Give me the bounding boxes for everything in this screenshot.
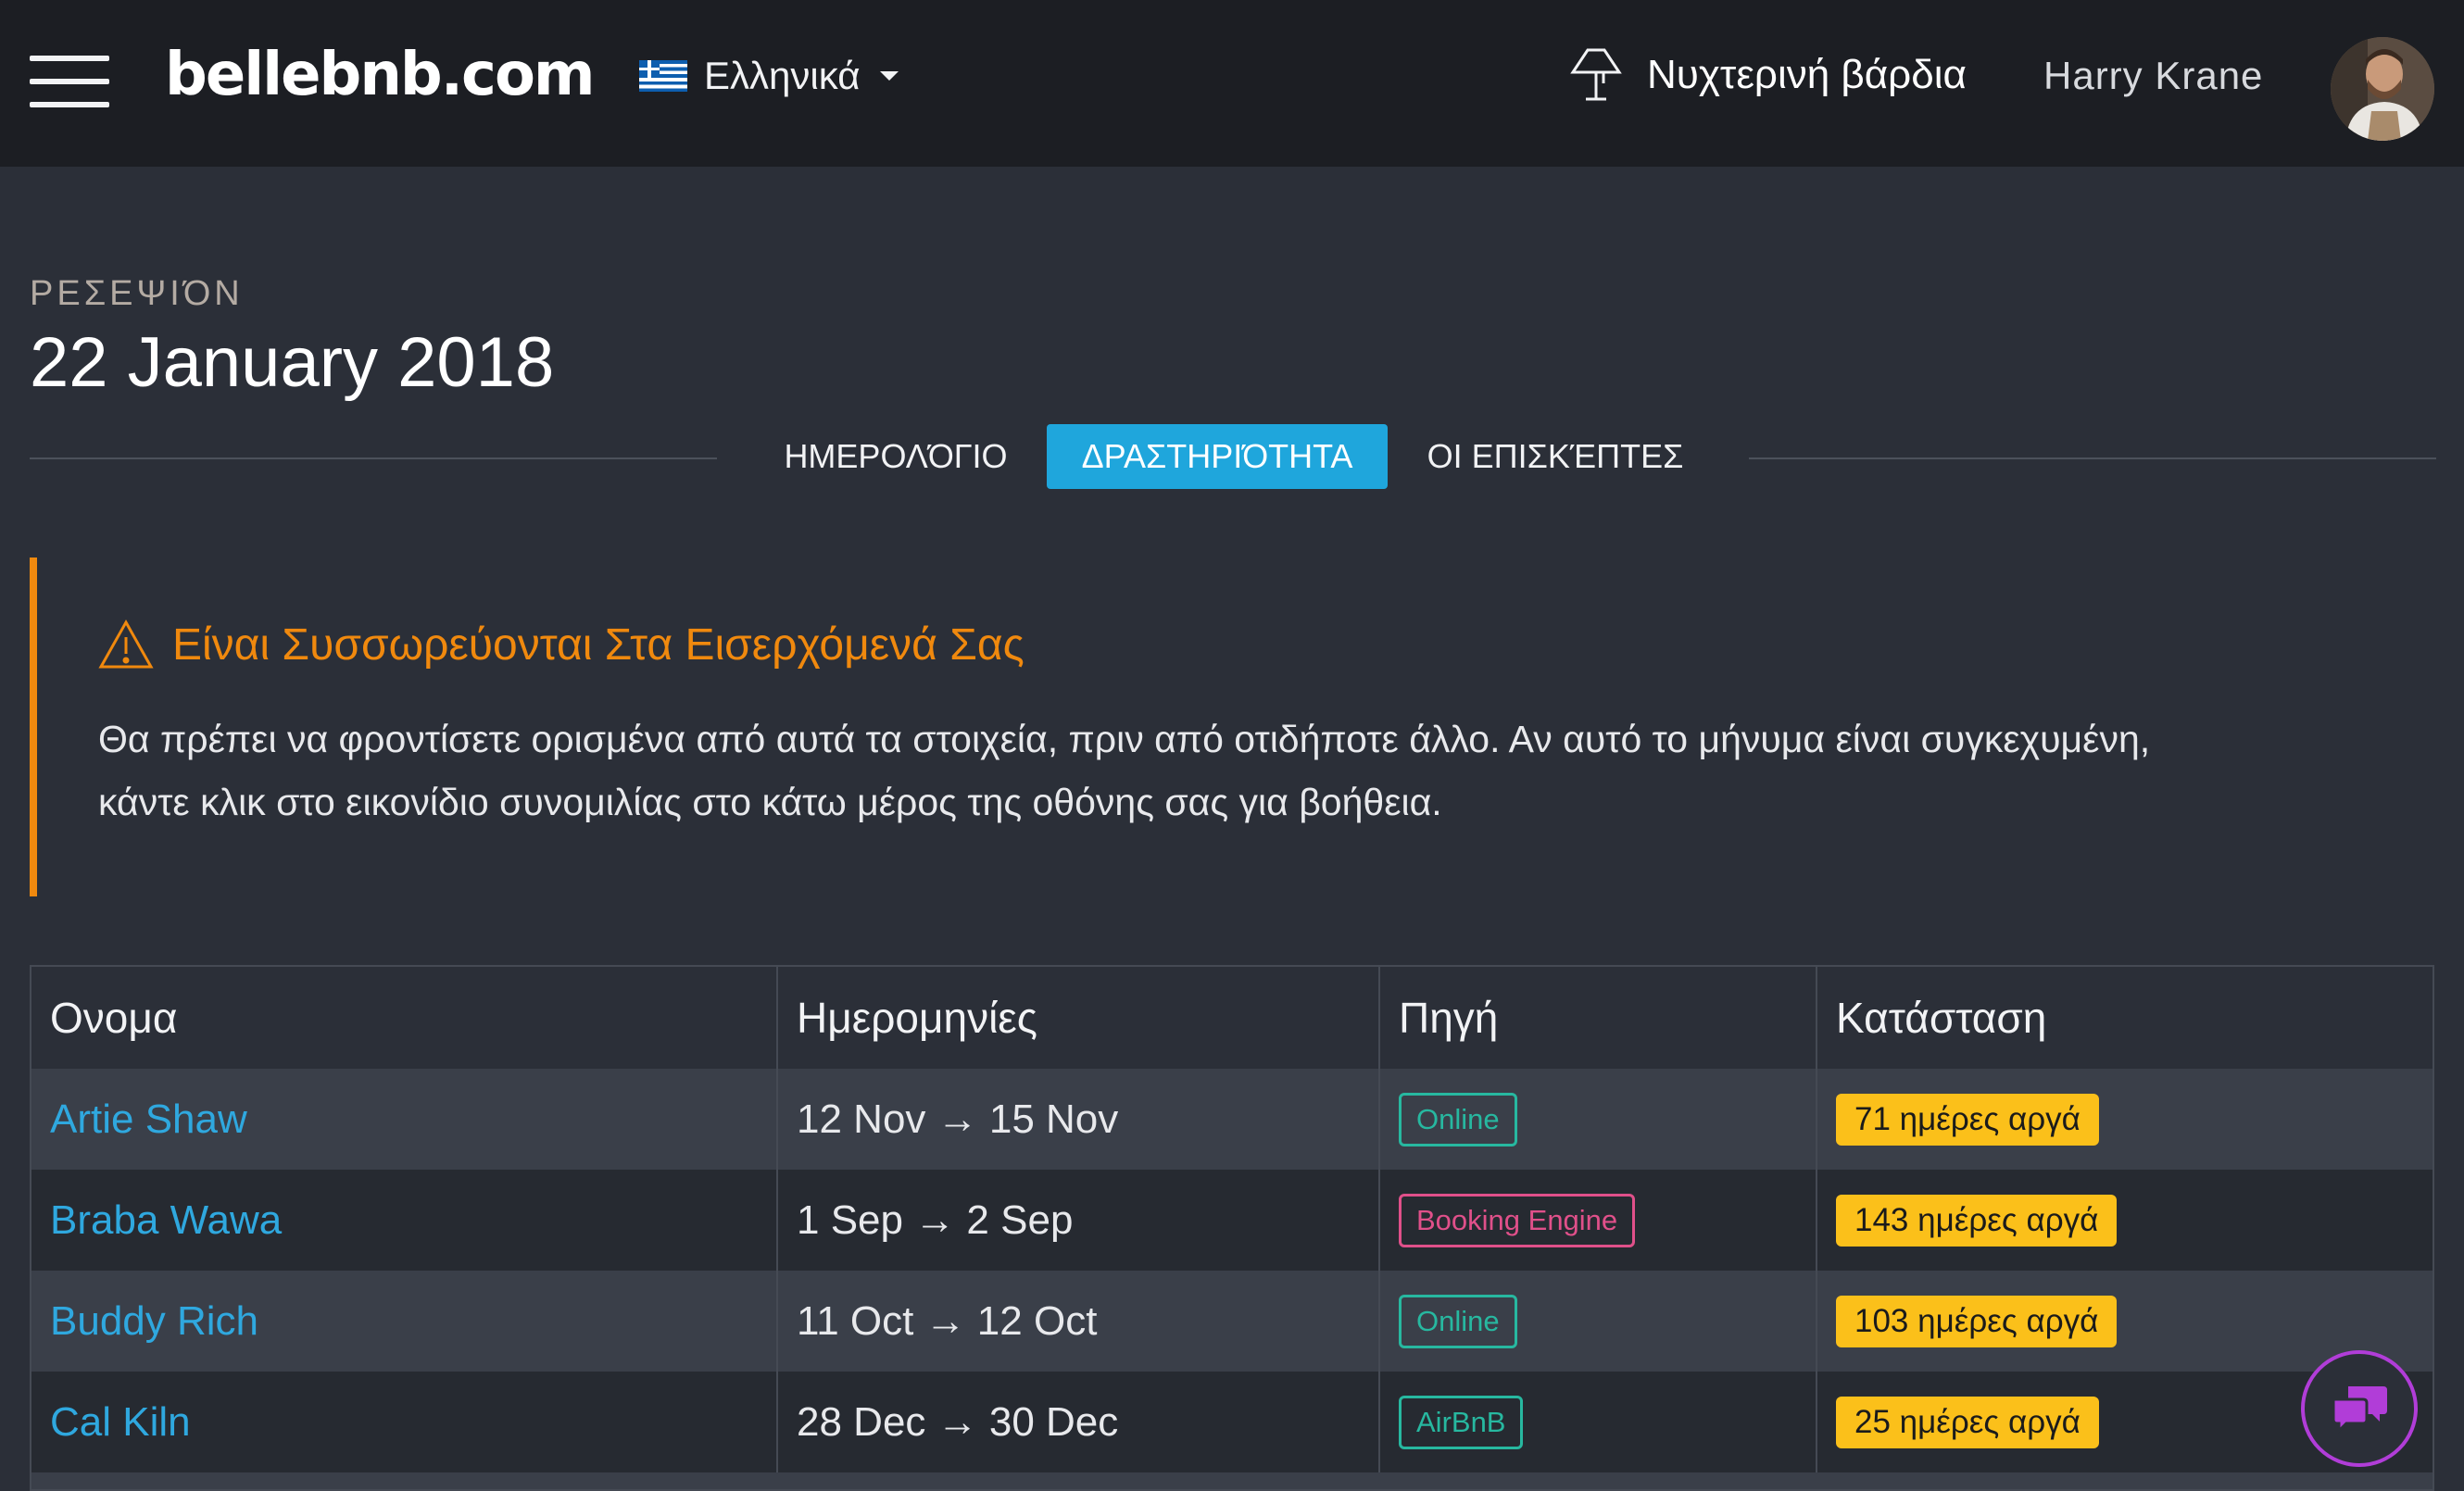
source-badge: Online [1399,1092,1517,1146]
guest-name-link[interactable]: Cal Kiln [50,1399,191,1446]
chevron-down-icon [880,71,899,81]
guest-name-link[interactable]: Artie Shaw [50,1096,247,1143]
table-header-row: Ονομα Ημερομηνίες Πηγή Κατάσταση [31,967,2433,1069]
shift-selector[interactable]: Νυχτερινή βάρδια [1569,46,1967,104]
source-badge: Booking Engine [1399,1193,1636,1247]
table-row: Braba Wawa 1 Sep → 2 Sep Booking Engine … [31,1170,2433,1271]
status-badge: 103 ημέρες αργά [1836,1295,2118,1347]
alert-body-line: κάντε κλικ στο εικονίδιο συνομιλίας στο … [98,781,1442,823]
stay-dates: 11 Oct → 12 Oct [797,1297,1098,1344]
warning-triangle-icon [98,619,154,669]
top-navbar: bellebnb.com Ελληνικά Νυχτερινή βάρδια H… [0,0,2464,167]
table-row: Buddy Rich 11 Oct → 12 Oct Online 103 ημ… [31,1271,2433,1372]
source-badge: Online [1399,1294,1517,1348]
stay-dates: 1 Sep → 2 Sep [797,1197,1074,1243]
menu-hamburger-icon[interactable] [30,56,109,107]
activity-table: Ονομα Ημερομηνίες Πηγή Κατάσταση Artie S… [30,965,2434,1491]
guest-name-link[interactable]: Buddy Rich [50,1298,258,1345]
stay-dates: 28 Dec → 30 Dec [797,1398,1119,1445]
site-logo[interactable]: bellebnb.com [165,41,596,109]
table-row: Artie Shaw 12 Nov → 15 Nov Online 71 ημέ… [31,1069,2433,1170]
column-header-dates[interactable]: Ημερομηνίες [778,967,1380,1069]
column-header-name[interactable]: Ονομα [31,967,778,1069]
alert-title-text: Είναι Συσσωρεύονται Στα Εισερχόμενά Σας [172,620,1025,670]
shift-label: Νυχτερινή βάρδια [1647,52,1967,97]
column-header-source[interactable]: Πηγή [1380,967,1817,1069]
table-row: Cal Kiln 28 Dec → 30 Dec AirBnB 25 ημέρε… [31,1372,2433,1472]
status-badge: 71 ημέρες αργά [1836,1093,2099,1146]
status-badge: 25 ημέρες αργά [1836,1396,2099,1448]
section-label: ΡΕΣΕΨΙΌΝ [30,274,244,313]
alert-body: Θα πρέπει να φροντίσετε ορισμένα από αυτ… [98,708,2395,833]
greek-flag-icon [639,60,687,92]
language-selector[interactable]: Ελληνικά [639,54,899,98]
stay-dates: 12 Nov → 15 Nov [797,1096,1119,1142]
column-header-status[interactable]: Κατάσταση [1817,967,2433,1069]
tabs-divider-right [1749,457,2436,459]
page-title: 22 January 2018 [30,323,555,402]
tab-activity[interactable]: ΔΡΑΣΤΗΡΙΌΤΗΤΑ [1047,424,1388,489]
tabs-divider-left [30,457,717,459]
alert-body-line: Θα πρέπει να φροντίσετε ορισμένα από αυτ… [98,718,2151,760]
chat-bubbles-icon [2332,1386,2387,1435]
tab-guests[interactable]: ΟΙ ΕΠΙΣΚΈΠΤΕΣ [1412,424,1699,489]
tab-calendar[interactable]: ΗΜΕΡΟΛΌΓΙΟ [769,424,1023,489]
language-label: Ελληνικά [704,54,861,97]
alert-title: Είναι Συσσωρεύονται Στα Εισερχόμενά Σας [98,619,1025,670]
status-badge: 143 ημέρες αργά [1836,1194,2118,1247]
lamp-icon [1570,48,1622,101]
chat-button[interactable] [2301,1350,2418,1467]
user-name[interactable]: Harry Krane [2043,54,2263,98]
inbox-alert: Είναι Συσσωρεύονται Στα Εισερχόμενά Σας … [30,558,2434,896]
avatar[interactable] [2331,37,2434,141]
source-badge: AirBnB [1399,1395,1524,1449]
guest-name-link[interactable]: Braba Wawa [50,1197,282,1244]
table-row [31,1472,2433,1489]
